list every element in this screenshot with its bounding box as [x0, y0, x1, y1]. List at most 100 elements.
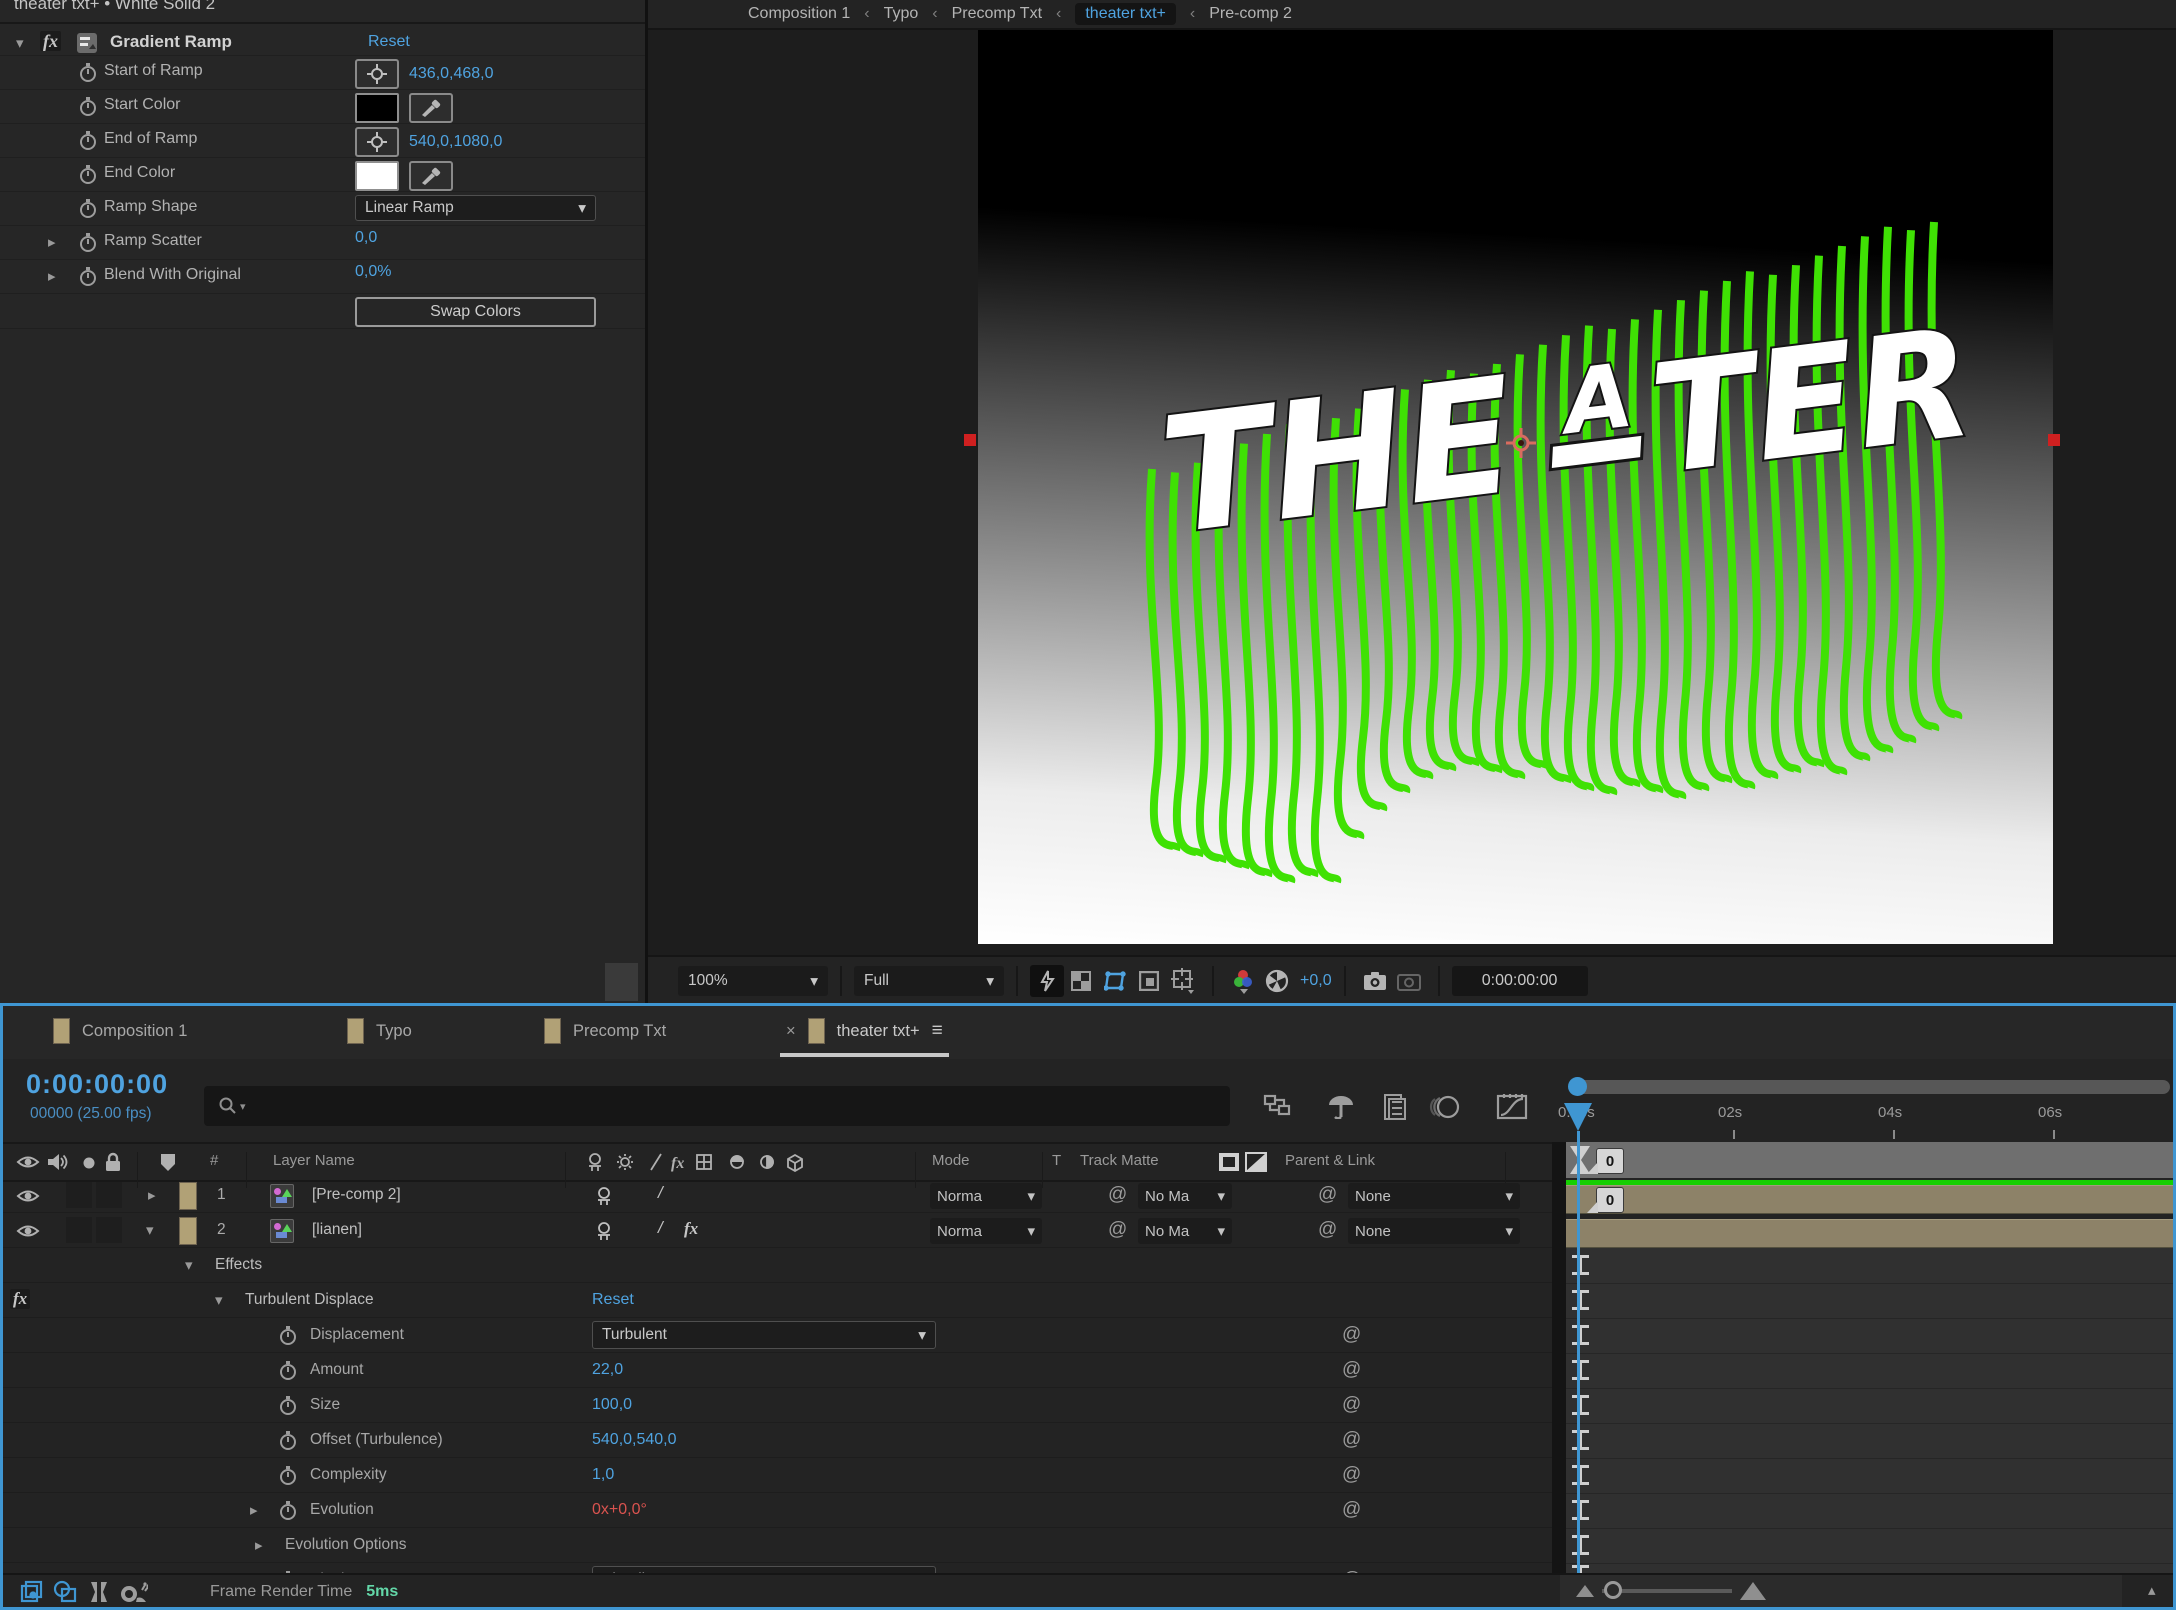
expand-property-icon[interactable]: ▸: [48, 233, 56, 251]
collapse-effect-icon[interactable]: ▾: [16, 34, 24, 52]
swap-colors-button[interactable]: Swap Colors: [355, 297, 596, 327]
property-value[interactable]: 540,0,1080,0: [409, 133, 502, 151]
parent-pickwhip-icon[interactable]: @: [1318, 1184, 1337, 1206]
expand-group-icon[interactable]: ▸: [255, 1536, 263, 1554]
tab-menu-icon[interactable]: ≡: [932, 1020, 943, 1042]
layer-name[interactable]: [lianen]: [312, 1221, 362, 1239]
breadcrumb-item[interactable]: Typo: [884, 5, 919, 23]
shy-icon[interactable]: [594, 1221, 614, 1241]
prop-row-displacement[interactable]: Displacement Turbulent▾ @: [0, 1318, 1552, 1353]
transparency-grid-icon[interactable]: [1064, 965, 1098, 997]
preview-timecode[interactable]: 0:00:00:00: [1452, 966, 1588, 996]
tab-precomp-txt[interactable]: Precomp Txt: [544, 1003, 666, 1059]
snail-render-speed-icon[interactable]: [116, 1576, 150, 1608]
prop-row-evolution-options[interactable]: ▸ Evolution Options: [0, 1528, 1552, 1563]
expand-property-icon[interactable]: ▸: [48, 267, 56, 285]
draft-3d-icon[interactable]: [1326, 1093, 1356, 1119]
composition-canvas[interactable]: THEATER: [978, 30, 2053, 944]
property-value[interactable]: 0x+0,0°: [592, 1501, 647, 1519]
stopwatch-icon[interactable]: [78, 62, 98, 82]
layer-row-2[interactable]: ▾ 2 [lianen] / fx Norma▾ @ No Ma▾ @ None…: [0, 1213, 1552, 1248]
fx-badge-icon[interactable]: fx: [40, 31, 61, 52]
stopwatch-icon[interactable]: [78, 164, 98, 184]
displacement-dropdown[interactable]: Turbulent▾: [592, 1321, 936, 1349]
parent-pickwhip-icon[interactable]: @: [1318, 1219, 1337, 1241]
resolution-dropdown[interactable]: Full▾: [854, 966, 1004, 996]
close-icon[interactable]: ×: [786, 1022, 796, 1041]
track-matte-dropdown[interactable]: No Ma▾: [1138, 1183, 1232, 1209]
stopwatch-icon[interactable]: [278, 1325, 298, 1345]
matte-pickwhip-icon[interactable]: @: [1108, 1219, 1127, 1241]
property-value[interactable]: 1,0: [592, 1466, 614, 1484]
audio-column-speaker-icon[interactable]: [46, 1153, 68, 1171]
mask-visibility-icon[interactable]: [1132, 965, 1166, 997]
breadcrumb-item-active[interactable]: theater txt+: [1075, 3, 1176, 25]
stopwatch-icon[interactable]: [78, 232, 98, 252]
selection-handle-left[interactable]: [964, 434, 976, 446]
quality-switch-icon[interactable]: /: [658, 1218, 663, 1238]
blend-mode-dropdown[interactable]: Norma▾: [930, 1183, 1042, 1209]
layer-bar-1[interactable]: [1566, 1185, 2176, 1214]
reset-effect-button[interactable]: Reset: [592, 1291, 634, 1309]
parent-dropdown[interactable]: None▾: [1348, 1183, 1520, 1209]
property-pickwhip-icon[interactable]: @: [1342, 1499, 1361, 1521]
column-parent-link[interactable]: Parent & Link: [1285, 1152, 1375, 1169]
timeline-navigator-bar[interactable]: [1570, 1080, 2170, 1094]
search-input[interactable]: ▾: [204, 1086, 1230, 1126]
video-column-eye-icon[interactable]: [16, 1154, 40, 1170]
stopwatch-icon[interactable]: [78, 96, 98, 116]
collapse-layer-icon[interactable]: ▾: [146, 1221, 154, 1239]
snapshot-camera-icon[interactable]: [1358, 965, 1392, 997]
property-pickwhip-icon[interactable]: @: [1342, 1464, 1361, 1486]
prop-row-complexity[interactable]: Complexity 1,0 @: [0, 1458, 1552, 1493]
column-mode[interactable]: Mode: [932, 1152, 970, 1169]
blend-mode-dropdown[interactable]: Norma▾: [930, 1218, 1042, 1244]
label-column-icon[interactable]: [158, 1152, 178, 1172]
property-pickwhip-icon[interactable]: @: [1342, 1359, 1361, 1381]
track-matte-dropdown[interactable]: No Ma▾: [1138, 1218, 1232, 1244]
property-value[interactable]: 22,0: [592, 1361, 623, 1379]
layer-name[interactable]: [Pre-comp 2]: [312, 1186, 401, 1204]
matte-pickwhip-icon[interactable]: @: [1108, 1184, 1127, 1206]
stopwatch-icon[interactable]: [78, 266, 98, 286]
panel-splitter[interactable]: [1552, 1142, 1566, 1573]
eyedropper-button[interactable]: [409, 161, 453, 191]
eye-icon[interactable]: [16, 1188, 40, 1204]
point-picker-button[interactable]: [355, 127, 399, 157]
property-pickwhip-icon[interactable]: @: [1342, 1429, 1361, 1451]
layer-bar-2[interactable]: [1566, 1219, 2176, 1248]
prop-row-offset-turbulence[interactable]: Offset (Turbulence) 540,0,540,0 @: [0, 1423, 1552, 1458]
zoom-slider-handle[interactable]: [1604, 1581, 1622, 1599]
prop-row-evolution[interactable]: ▸ Evolution 0x+0,0° @: [0, 1493, 1552, 1528]
anchor-point-crosshair[interactable]: [1506, 428, 1536, 458]
navigator-start-handle[interactable]: [1568, 1077, 1587, 1096]
column-layer-name[interactable]: Layer Name: [273, 1152, 355, 1169]
composition-marker-lane[interactable]: [1566, 1142, 2176, 1178]
property-value[interactable]: 0,0%: [355, 263, 391, 281]
stopwatch-icon[interactable]: [278, 1430, 298, 1450]
exposure-shutter-icon[interactable]: [1260, 965, 1294, 997]
stopwatch-icon[interactable]: [278, 1500, 298, 1520]
panel-expand-icon[interactable]: ▴: [2148, 1581, 2156, 1599]
quality-switch-icon[interactable]: /: [658, 1183, 663, 1203]
breadcrumb-item[interactable]: Precomp Txt: [952, 5, 1042, 23]
selection-handle-right[interactable]: [2048, 434, 2060, 446]
collapse-effect-icon[interactable]: ▾: [215, 1291, 223, 1309]
update-mode-icon[interactable]: [82, 1576, 116, 1608]
zoom-in-icon[interactable]: [1740, 1582, 1766, 1600]
breadcrumb-item[interactable]: Composition 1: [748, 5, 850, 23]
collapse-group-icon[interactable]: ▾: [185, 1256, 193, 1274]
prop-row-amount[interactable]: Amount 22,0 @: [0, 1353, 1552, 1388]
property-value[interactable]: 436,0,468,0: [409, 65, 494, 83]
layer-row-1[interactable]: ▸ 1 [Pre-comp 2] / Norma▾ @ No Ma▾ @ Non…: [0, 1178, 1552, 1213]
zoom-slider[interactable]: [1602, 1589, 1732, 1593]
tab-composition-1[interactable]: Composition 1: [53, 1003, 187, 1059]
stopwatch-icon[interactable]: [78, 198, 98, 218]
eyedropper-button[interactable]: [409, 93, 453, 123]
column-hash[interactable]: #: [210, 1152, 218, 1169]
effect-name[interactable]: Turbulent Displace: [245, 1291, 374, 1309]
parent-dropdown[interactable]: None▾: [1348, 1218, 1520, 1244]
layer-color-swatch[interactable]: [179, 1217, 197, 1245]
eye-icon[interactable]: [16, 1223, 40, 1239]
start-color-swatch[interactable]: [355, 93, 399, 123]
